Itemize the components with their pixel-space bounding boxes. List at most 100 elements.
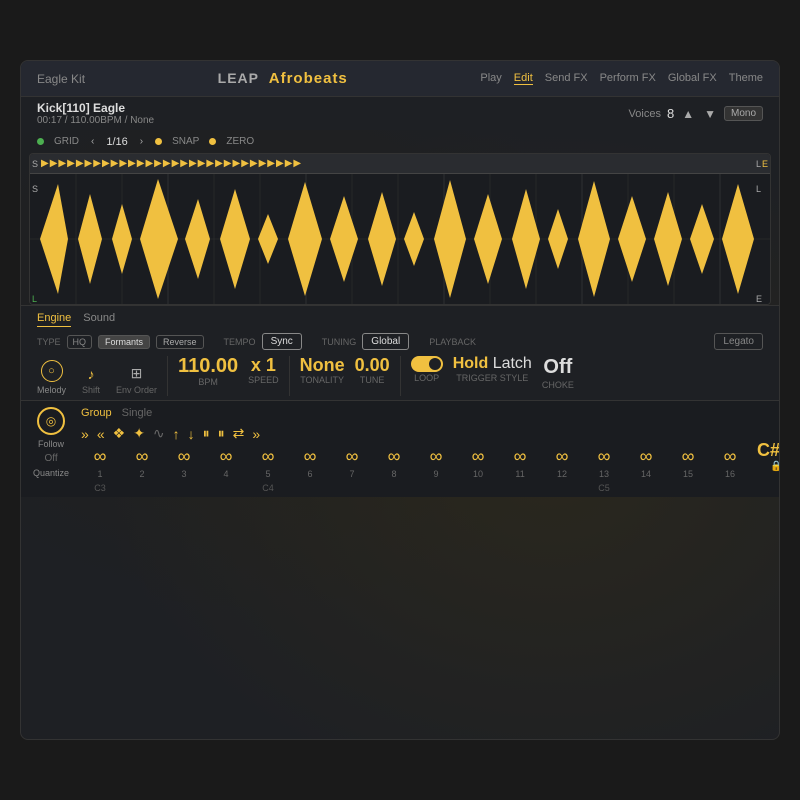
tl-arrow-22: ▶ xyxy=(224,158,232,169)
nav-perform-fx[interactable]: Perform FX xyxy=(600,72,656,85)
infinity-3[interactable]: ∞ xyxy=(165,446,203,467)
grid-next-button[interactable]: › xyxy=(138,134,145,149)
fast-forward-button[interactable]: » xyxy=(252,426,260,442)
pad-sub-16 xyxy=(711,483,749,493)
infinity-13[interactable]: ∞ xyxy=(585,446,623,467)
tonality-value[interactable]: None xyxy=(300,356,345,374)
skip-forward-button[interactable]: » xyxy=(81,426,89,442)
pattern-button-1[interactable]: ❖ xyxy=(113,425,126,442)
svg-text:S: S xyxy=(32,184,38,194)
infinity-5[interactable]: ∞ xyxy=(249,446,287,467)
pad-sub-4 xyxy=(207,483,245,493)
infinity-9[interactable]: ∞ xyxy=(417,446,455,467)
nav-send-fx[interactable]: Send FX xyxy=(545,72,588,85)
tl-arrow-8: ▶ xyxy=(102,158,110,169)
loop-toggle[interactable] xyxy=(411,356,443,372)
follow-icon[interactable]: ◎ xyxy=(37,407,65,435)
pad-num-10: 10 xyxy=(459,469,497,479)
nav-edit[interactable]: Edit xyxy=(514,72,533,85)
bpm-group: 110.00 BPM xyxy=(178,356,238,387)
infinity-7[interactable]: ∞ xyxy=(333,446,371,467)
pad-num-16: 16 xyxy=(711,469,749,479)
legato-button[interactable]: Legato xyxy=(714,333,763,350)
voices-label: Voices xyxy=(629,108,661,120)
pad-sub-15 xyxy=(669,483,707,493)
infinity-2[interactable]: ∞ xyxy=(123,446,161,467)
global-button[interactable]: Global xyxy=(362,333,409,350)
nav-play[interactable]: Play xyxy=(480,72,501,85)
tl-arrow-30: ▶ xyxy=(293,158,301,169)
nav-theme[interactable]: Theme xyxy=(729,72,763,85)
pad-num-15: 15 xyxy=(669,469,707,479)
pad-num-2: 2 xyxy=(123,469,161,479)
grid-prev-button[interactable]: ‹ xyxy=(89,134,96,149)
circle-play-icon[interactable]: ○ xyxy=(41,360,63,382)
tl-arrow-23: ▶ xyxy=(232,158,240,169)
pad-sub-10 xyxy=(459,483,497,493)
infinity-8[interactable]: ∞ xyxy=(375,446,413,467)
env-order-label: Env Order xyxy=(116,385,157,395)
header-product-name: Afrobeats xyxy=(269,70,348,87)
choke-value[interactable]: Off xyxy=(543,356,572,379)
skip-back-button[interactable]: « xyxy=(97,426,105,442)
split-button[interactable]: ⏸ xyxy=(218,425,225,442)
nav-global-fx[interactable]: Global FX xyxy=(668,72,717,85)
melody-label: Melody xyxy=(37,385,66,395)
up-button[interactable]: ↑ xyxy=(173,426,180,442)
header: Eagle Kit LEAP Afrobeats Play Edit Send … xyxy=(21,61,779,97)
pattern-button-2[interactable]: ✦ xyxy=(133,425,145,442)
tune-value[interactable]: 0.00 xyxy=(355,356,390,374)
tonality-group: None Tonality xyxy=(300,356,345,385)
infinity-10[interactable]: ∞ xyxy=(459,446,497,467)
group-tab-single[interactable]: Single xyxy=(122,407,153,419)
tl-arrow-9: ▶ xyxy=(111,158,119,169)
track-info: Kick[110] Eagle 00:17 / 110.00BPM / None… xyxy=(21,97,779,130)
playback-section: PLAYBACK xyxy=(429,337,476,347)
engine-tab-sound[interactable]: Sound xyxy=(83,312,115,327)
infinity-12[interactable]: ∞ xyxy=(543,446,581,467)
tune-label: Tune xyxy=(360,375,385,385)
voices-down-button[interactable]: ▼ xyxy=(702,105,718,123)
wave-button[interactable]: ∿ xyxy=(153,425,165,442)
hq-button[interactable]: HQ xyxy=(67,335,93,349)
reverse-button[interactable]: Reverse xyxy=(156,335,204,349)
infinity-11[interactable]: ∞ xyxy=(501,446,539,467)
group-tab-group[interactable]: Group xyxy=(81,407,112,419)
down-button[interactable]: ↓ xyxy=(188,426,195,442)
pad-sub-9 xyxy=(417,483,455,493)
quantize-value: Off xyxy=(44,453,57,464)
snap-label: SNAP xyxy=(172,136,199,147)
infinity-6[interactable]: ∞ xyxy=(291,446,329,467)
waveform-main[interactable]: S L L E xyxy=(30,174,770,304)
bpm-value[interactable]: 110.00 xyxy=(178,356,238,376)
svg-text:L: L xyxy=(756,184,761,194)
type-label: TYPE xyxy=(37,337,61,347)
engine-tab-engine[interactable]: Engine xyxy=(37,312,71,327)
waveform-area: S ▶ ▶ ▶ ▶ ▶ ▶ ▶ ▶ ▶ ▶ ▶ ▶ ▶ ▶ ▶ ▶ ▶ ▶ ▶ xyxy=(29,153,771,305)
tl-arrow-10: ▶ xyxy=(119,158,127,169)
divider-1 xyxy=(167,356,168,396)
app-container: Eagle Kit LEAP Afrobeats Play Edit Send … xyxy=(20,60,780,740)
infinity-4[interactable]: ∞ xyxy=(207,446,245,467)
pad-num-13: 13 xyxy=(585,469,623,479)
c4-sub: C4 xyxy=(249,483,287,493)
engine-tabs: Engine Sound xyxy=(37,312,763,327)
formants-button[interactable]: Formants xyxy=(98,335,150,349)
tl-s-label: S xyxy=(32,159,38,169)
infinity-14[interactable]: ∞ xyxy=(627,446,665,467)
infinity-16[interactable]: ∞ xyxy=(711,446,749,467)
speed-value[interactable]: x 1 xyxy=(251,356,276,374)
infinity-1[interactable]: ∞ xyxy=(81,446,119,467)
sync-button[interactable]: Sync xyxy=(262,333,302,350)
tl-arrow-4: ▶ xyxy=(67,158,75,169)
shuffle-button[interactable]: ⇄ xyxy=(233,425,245,442)
infinity-15[interactable]: ∞ xyxy=(669,446,707,467)
pads-area: ◎ Follow Off Quantize Group Single » « xyxy=(33,407,767,493)
voices-up-button[interactable]: ▲ xyxy=(680,105,696,123)
tl-arrow-15: ▶ xyxy=(163,158,171,169)
pad-num-3: 3 xyxy=(165,469,203,479)
mono-button[interactable]: Mono xyxy=(724,106,763,121)
tempo-label: TEMPO xyxy=(224,337,256,347)
grid-controls: GRID ‹ 1/16 › SNAP ZERO xyxy=(21,130,779,153)
pause-button[interactable]: ⏸ xyxy=(203,425,210,442)
